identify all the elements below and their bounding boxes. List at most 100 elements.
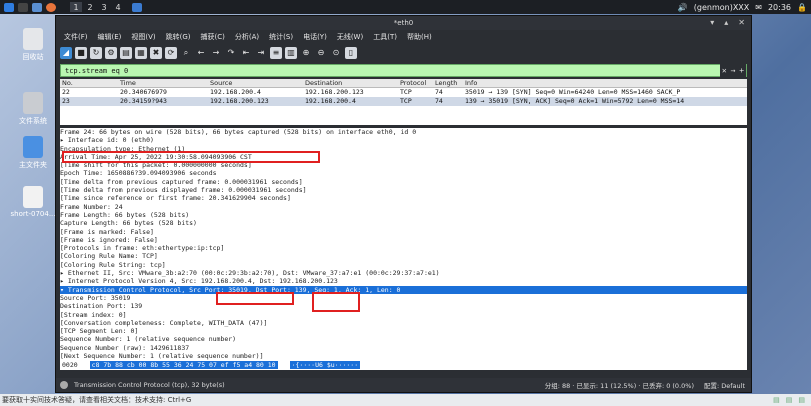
detail-line[interactable]: ▸ Interface id: 0 (eth0) — [60, 136, 747, 144]
menu-statistics[interactable]: 统计(S) — [269, 32, 293, 42]
col-time[interactable]: Time — [120, 79, 210, 87]
detail-line[interactable]: Destination Port: 139 — [60, 302, 747, 310]
capture-options-icon[interactable]: ⚙ — [105, 47, 117, 59]
close-file-icon[interactable]: ✖ — [150, 47, 162, 59]
menu-capture[interactable]: 捕获(C) — [201, 32, 225, 42]
col-source[interactable]: Source — [210, 79, 305, 87]
detail-line[interactable]: Sequence Number (raw): 1429611837 — [60, 344, 747, 352]
open-file-icon[interactable]: ▤ — [120, 47, 132, 59]
menu-wireless[interactable]: 无线(W) — [337, 32, 363, 42]
reload-file-icon[interactable]: ⟳ — [165, 47, 177, 59]
shark-fin-icon[interactable]: ◢ — [60, 47, 72, 59]
detail-line[interactable]: ▸ Internet Protocol Version 4, Src: 192.… — [60, 277, 747, 285]
col-no[interactable]: No. — [60, 79, 120, 87]
packet-row[interactable]: 23 20.34159?943 192.168.200.123 192.168.… — [60, 97, 747, 106]
detail-line[interactable]: ▾ Transmission Control Protocol, Src Por… — [60, 285, 747, 294]
wireshark-task-icon[interactable] — [132, 2, 142, 12]
maximize-icon[interactable]: ▴ — [724, 18, 728, 27]
terminal-icon[interactable] — [18, 2, 28, 12]
desktop-icon-filesystem[interactable]: 文件系统 — [4, 92, 62, 126]
detail-line[interactable]: Sequence Number: 1 (relative sequence nu… — [60, 335, 747, 343]
volume-icon[interactable]: 🔊 — [678, 3, 688, 12]
files-icon[interactable] — [32, 2, 42, 12]
menu-go[interactable]: 跳转(G) — [166, 32, 191, 42]
menu-help[interactable]: 帮助(H) — [407, 32, 432, 42]
menu-icon[interactable] — [4, 2, 14, 12]
detail-line[interactable]: [Time since reference or first frame: 20… — [60, 194, 747, 202]
detail-line[interactable]: Capture Length: 66 bytes (528 bits) — [60, 219, 747, 227]
minimize-icon[interactable]: ▾ — [710, 18, 714, 27]
workspace-1[interactable]: 1 — [70, 2, 82, 12]
stop-capture-icon[interactable]: ■ — [75, 47, 87, 59]
menu-telephony[interactable]: 电话(Y) — [303, 32, 327, 42]
expert-info-icon[interactable] — [60, 381, 68, 389]
status-profile[interactable]: 配置: Default — [704, 380, 745, 390]
detail-line[interactable]: [Frame is marked: False] — [60, 228, 747, 236]
detail-line[interactable]: [Conversation completeness: Complete, WI… — [60, 319, 747, 327]
restart-capture-icon[interactable]: ↻ — [90, 47, 102, 59]
clock[interactable]: 20:36 — [768, 3, 791, 12]
display-filter-input[interactable]: tcp.stream eq 0 ✕ → + — [60, 64, 747, 77]
detail-line[interactable]: Source Port: 35019 — [60, 294, 747, 302]
detail-line[interactable]: Epoch Time: 1650886?39.094093906 seconds — [60, 169, 747, 177]
apply-filter-icon[interactable]: → — [731, 66, 736, 75]
clear-filter-icon[interactable]: ✕ — [722, 66, 727, 75]
lock-icon[interactable]: 🔒 — [797, 3, 807, 12]
detail-line[interactable]: [Protocols in frame: eth:ethertype:ip:tc… — [60, 244, 747, 252]
tray-icon[interactable]: ▤ — [786, 396, 793, 404]
find-packet-icon[interactable]: ⌕ — [180, 47, 192, 59]
resize-columns-icon[interactable]: ▯ — [345, 47, 357, 59]
menu-view[interactable]: 视图(V) — [131, 32, 155, 42]
window-title: *eth0 — [393, 19, 414, 27]
zoom-in-icon[interactable]: ⊕ — [300, 47, 312, 59]
panel-user[interactable]: (genmon)XXX — [694, 3, 750, 12]
detail-line[interactable]: [Frame is ignored: False] — [60, 236, 747, 244]
menu-analyze[interactable]: 分析(A) — [235, 32, 259, 42]
detail-line[interactable]: Frame Number: 24 — [60, 203, 747, 211]
last-packet-icon[interactable]: ⇥ — [255, 47, 267, 59]
close-icon[interactable]: ✕ — [738, 18, 745, 27]
tray-icon[interactable]: ▤ — [773, 396, 780, 404]
mail-icon[interactable]: ✉ — [755, 3, 762, 12]
detail-line[interactable]: [Coloring Rule Name: TCP] — [60, 252, 747, 260]
save-file-icon[interactable]: ▦ — [135, 47, 147, 59]
go-to-packet-icon[interactable]: ↷ — [225, 47, 237, 59]
col-info[interactable]: Info — [465, 79, 747, 87]
menu-edit[interactable]: 编辑(E) — [98, 32, 122, 42]
workspace-4[interactable]: 4 — [112, 2, 124, 12]
detail-line[interactable]: ▸ Ethernet II, Src: VMware_3b:a2:70 (00:… — [60, 269, 747, 277]
detail-line[interactable]: Frame 24: 66 bytes on wire (528 bits), 6… — [60, 128, 747, 136]
go-forward-icon[interactable]: → — [210, 47, 222, 59]
tray-icon[interactable]: ▤ — [798, 396, 805, 404]
col-destination[interactable]: Destination — [305, 79, 400, 87]
detail-line[interactable]: Frame Length: 66 bytes (528 bits) — [60, 211, 747, 219]
menu-tools[interactable]: 工具(T) — [373, 32, 397, 42]
detail-line[interactable]: [Coloring Rule String: tcp] — [60, 261, 747, 269]
packet-bytes-pane[interactable]: 0020 c8 7b 88 cb 00 8b 55 36 24 75 07 ef… — [60, 360, 747, 370]
packet-row[interactable]: 22 20.340676979 192.168.200.4 192.168.20… — [60, 88, 747, 97]
detail-line[interactable]: [Time delta from previous captured frame… — [60, 178, 747, 186]
workspace-2[interactable]: 2 — [84, 2, 96, 12]
workspace-3[interactable]: 3 — [98, 2, 110, 12]
firefox-icon[interactable] — [46, 2, 56, 12]
detail-line[interactable]: [Stream index: 0] — [60, 311, 747, 319]
col-protocol[interactable]: Protocol — [400, 79, 435, 87]
detail-line[interactable]: [TCP Segment Len: 0] — [60, 327, 747, 335]
status-field-info: Transmission Control Protocol (tcp), 32 … — [74, 381, 225, 389]
desktop-icon-trash[interactable]: 回收站 — [4, 28, 62, 62]
col-length[interactable]: Length — [435, 79, 465, 87]
desktop-icon-home[interactable]: 主文件夹 — [4, 136, 62, 170]
packet-details-pane[interactable]: Frame 24: 66 bytes on wire (528 bits), 6… — [60, 128, 747, 360]
window-titlebar[interactable]: *eth0 ▾ ▴ ✕ — [56, 16, 751, 30]
first-packet-icon[interactable]: ⇤ — [240, 47, 252, 59]
zoom-reset-icon[interactable]: ⊙ — [330, 47, 342, 59]
zoom-out-icon[interactable]: ⊖ — [315, 47, 327, 59]
autoscroll-icon[interactable]: ≡ — [270, 47, 282, 59]
colorize-icon[interactable]: ▥ — [285, 47, 297, 59]
detail-line[interactable]: [Time delta from previous displayed fram… — [60, 186, 747, 194]
menu-file[interactable]: 文件(F) — [64, 32, 88, 42]
detail-line[interactable]: [Next Sequence Number: 1 (relative seque… — [60, 352, 747, 360]
go-back-icon[interactable]: ← — [195, 47, 207, 59]
add-filter-icon[interactable]: + — [739, 66, 744, 75]
desktop-icon-file[interactable]: short-0704... — [4, 186, 62, 218]
